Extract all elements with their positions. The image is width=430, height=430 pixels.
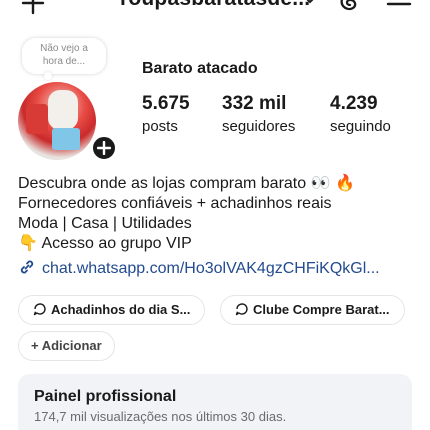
bio-link-text: chat.whatsapp.com/Ho3olVAK4gzCHFiKQkGl..… bbox=[42, 260, 380, 277]
stat-label: posts bbox=[142, 118, 178, 135]
avatar-figure bbox=[48, 90, 78, 130]
stat-posts[interactable]: 5.675 posts bbox=[142, 93, 190, 135]
chip-label: Clube Compre Barat... bbox=[253, 302, 390, 317]
channel-chip-achadinhos[interactable]: Achadinhos do dia S... bbox=[18, 295, 206, 325]
bio-line: 👇 Acesso ao grupo VIP bbox=[18, 235, 192, 252]
stat-label: seguidores bbox=[222, 118, 296, 135]
stat-value: 5.675 bbox=[142, 93, 190, 114]
stat-value: 332 mil bbox=[222, 93, 287, 114]
bio-line: Descubra onde as lojas compram barato 👀 … bbox=[18, 175, 355, 192]
stat-value: 4.239 bbox=[330, 93, 378, 114]
add-story-button[interactable] bbox=[90, 134, 118, 162]
avatar[interactable] bbox=[18, 82, 96, 160]
channel-chip-clube[interactable]: Clube Compre Barat... bbox=[220, 295, 405, 325]
note-bubble[interactable]: Não vejo a hora de... bbox=[22, 38, 106, 80]
stat-label: seguindo bbox=[330, 118, 391, 135]
chip-label: Achadinhos do dia S... bbox=[51, 302, 191, 317]
add-channel-button[interactable]: + Adicionar bbox=[18, 331, 115, 361]
bio-line: Moda | Casa | Utilidades bbox=[18, 215, 192, 232]
bio: Descubra onde as lojas compram barato 👀 … bbox=[18, 174, 418, 254]
plus-icon bbox=[97, 141, 111, 155]
display-name: Barato atacado bbox=[142, 60, 258, 77]
note-text-line1: Não vejo a bbox=[40, 43, 88, 54]
bio-link[interactable]: chat.whatsapp.com/Ho3olVAK4gzCHFiKQkGl..… bbox=[18, 258, 380, 278]
top-bar: roupasbaratasde... bbox=[0, 0, 430, 20]
chat-bubble-icon bbox=[235, 303, 248, 316]
note-text-line2: hora de... bbox=[42, 56, 86, 67]
menu-icon[interactable] bbox=[386, 0, 412, 12]
profile-username[interactable]: roupasbaratasde... bbox=[120, 0, 310, 11]
panel-subtitle: 174,7 mil visualizações nos últimos 30 d… bbox=[34, 409, 287, 424]
avatar-bag bbox=[52, 128, 80, 150]
link-icon bbox=[20, 260, 34, 274]
plus-icon[interactable] bbox=[20, 0, 46, 16]
chat-bubble-icon bbox=[33, 303, 46, 316]
avatar-bag bbox=[26, 104, 48, 134]
stat-following[interactable]: 4.239 seguindo bbox=[330, 93, 391, 135]
stat-followers[interactable]: 332 mil seguidores bbox=[222, 93, 295, 135]
panel-title: Painel profissional bbox=[34, 388, 177, 405]
bio-line: Fornecedores confiáveis + achadinhos rea… bbox=[18, 195, 332, 212]
threads-icon[interactable] bbox=[336, 0, 362, 14]
professional-dashboard[interactable]: Painel profissional 174,7 mil visualizaç… bbox=[18, 374, 412, 430]
chevron-down-icon[interactable] bbox=[302, 0, 318, 8]
